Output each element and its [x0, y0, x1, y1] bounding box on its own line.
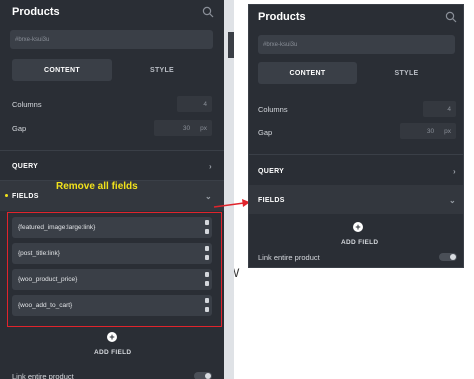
chevron-right-icon: ›	[209, 161, 212, 171]
plus-icon[interactable]: +	[107, 332, 117, 342]
add-field-button[interactable]: ADD FIELD	[94, 349, 131, 356]
chevron-right-icon: ›	[453, 166, 456, 176]
columns-input[interactable]: 4	[423, 101, 456, 117]
chevron-down-icon: ⌄	[448, 195, 456, 205]
panel-tabs: CONTENT STYLE	[12, 59, 212, 81]
highlight-box	[7, 212, 222, 327]
tab-content[interactable]: CONTENT	[258, 62, 357, 84]
query-label: QUERY	[12, 162, 39, 170]
gap-label: Gap	[258, 128, 273, 137]
gap-input[interactable]: 30 px	[400, 123, 456, 139]
columns-input[interactable]: 4	[177, 96, 212, 112]
annotation-text: Remove all fields	[56, 181, 138, 192]
columns-label: Columns	[258, 105, 288, 114]
fields-active-dot	[5, 194, 8, 197]
tab-content[interactable]: CONTENT	[12, 59, 112, 81]
divider	[249, 154, 463, 155]
gap-value: 30	[426, 127, 435, 135]
page-edge-block	[228, 32, 234, 58]
gap-value: 30	[182, 124, 191, 132]
search-icon[interactable]	[445, 11, 457, 23]
panel-title: Products	[258, 11, 306, 23]
divider	[0, 150, 224, 151]
query-label: QUERY	[258, 167, 285, 175]
fields-header-row: FIELDS ⌄	[258, 194, 456, 206]
tab-style[interactable]: STYLE	[112, 59, 212, 81]
panel-tabs: CONTENT STYLE	[258, 62, 456, 84]
link-entire-product-label: Link entire product	[12, 372, 74, 379]
panel-title: Products	[12, 6, 60, 18]
gap-unit: px	[444, 127, 451, 135]
link-entire-product-toggle[interactable]	[194, 372, 212, 379]
element-id-field[interactable]: #brxe-ksui3u	[10, 30, 213, 49]
add-field-button[interactable]: ADD FIELD	[341, 239, 378, 246]
link-entire-product-label: Link entire product	[258, 253, 320, 262]
chevron-down-icon: ⌄	[204, 191, 212, 201]
link-entire-product-toggle[interactable]	[439, 253, 457, 261]
left-products-panel: Products #brxe-ksui3u CONTENT STYLE Colu…	[0, 0, 224, 379]
search-icon[interactable]	[202, 6, 214, 18]
query-section-header[interactable]: QUERY ›	[12, 160, 212, 172]
screenshot-root: W R Products #brxe-ksui3u CONTENT STYLE …	[0, 0, 474, 379]
right-products-panel: Products #brxe-ksui3u CONTENT STYLE Colu…	[248, 4, 464, 268]
gap-label: Gap	[12, 124, 27, 133]
element-id-field[interactable]: #brxe-ksui3u	[258, 35, 455, 54]
arrow-right-icon	[213, 199, 250, 208]
gap-unit: px	[200, 124, 207, 132]
columns-label: Columns	[12, 100, 42, 109]
fields-label: FIELDS	[12, 192, 39, 200]
gap-input[interactable]: 30 px	[154, 120, 212, 136]
plus-icon[interactable]: +	[353, 222, 363, 232]
fields-label: FIELDS	[258, 196, 285, 204]
tab-style[interactable]: STYLE	[357, 62, 456, 84]
query-section-header[interactable]: QUERY ›	[258, 165, 456, 177]
